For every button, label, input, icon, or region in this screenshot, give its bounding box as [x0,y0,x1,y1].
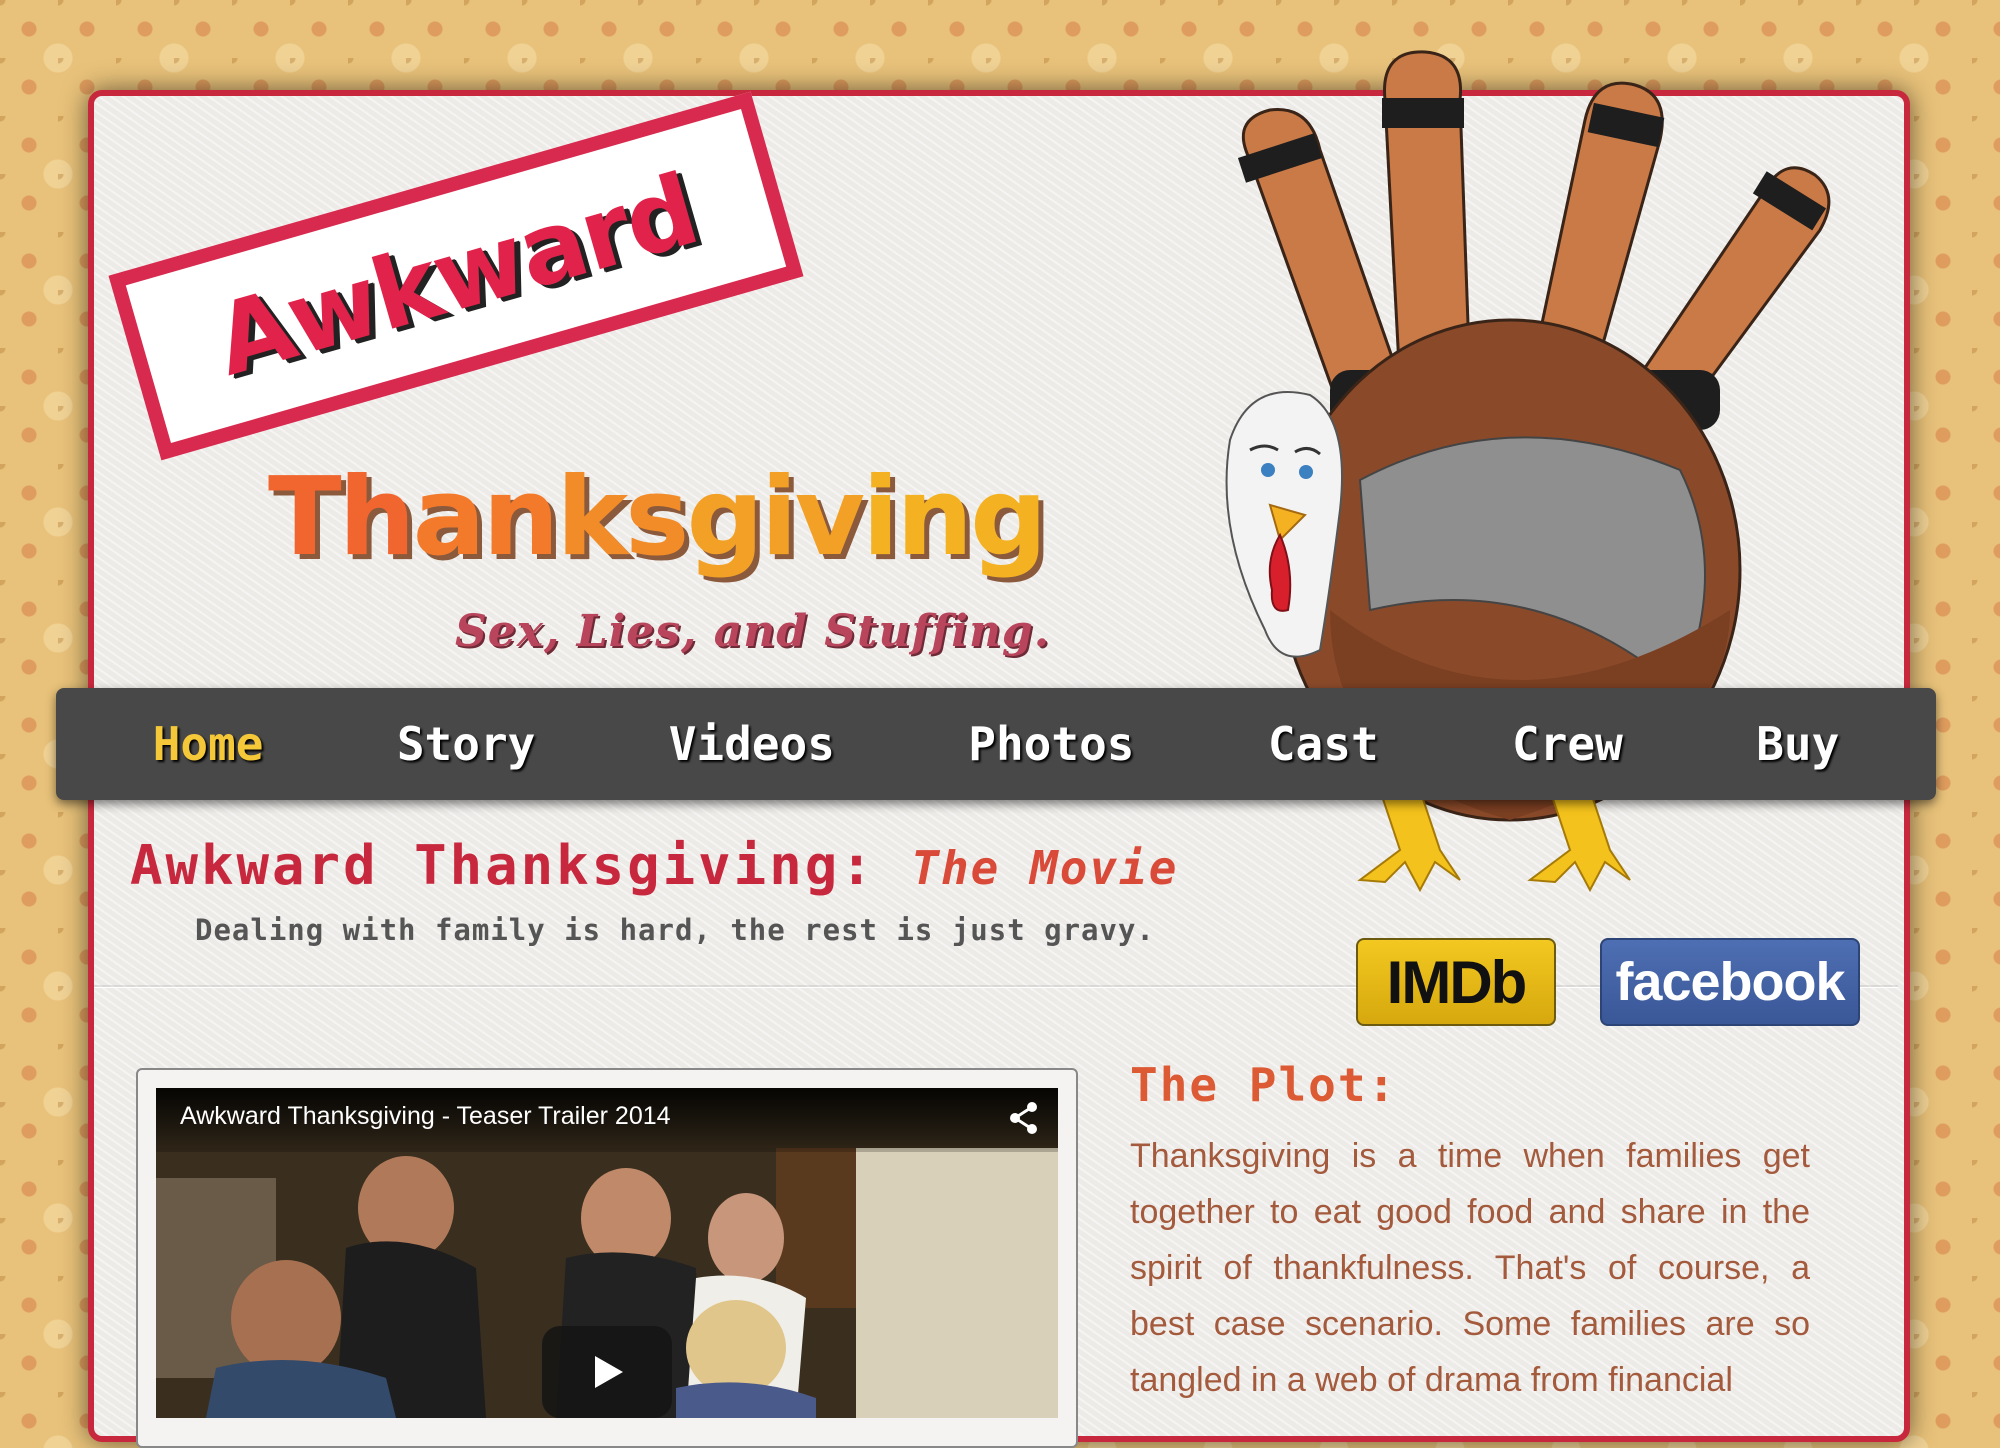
page-title-main: Awkward Thanksgiving: [130,834,876,897]
video-player[interactable]: Awkward Thanksgiving - Teaser Trailer 20… [156,1088,1058,1418]
nav-home[interactable]: Home [153,717,264,771]
logo-thanksgiving-text: Thanksgiving [268,455,1047,580]
video-title[interactable]: Awkward Thanksgiving - Teaser Trailer 20… [180,1102,671,1131]
plot-heading: The Plot: [1130,1058,1398,1112]
nav-photos[interactable]: Photos [968,717,1134,771]
page-tagline: Dealing with family is hard, the rest is… [195,913,1155,947]
video-topbar: Awkward Thanksgiving - Teaser Trailer 20… [156,1088,1058,1152]
play-button[interactable] [542,1326,672,1418]
nav-buy[interactable]: Buy [1756,717,1839,771]
facebook-link[interactable]: facebook [1600,938,1860,1026]
nav-videos[interactable]: Videos [669,717,835,771]
share-icon[interactable] [1006,1100,1042,1136]
main-nav: Home Story Videos Photos Cast Crew Buy [56,688,1936,800]
nav-crew[interactable]: Crew [1512,717,1623,771]
imdb-link[interactable]: IMDb [1356,938,1556,1026]
nav-story[interactable]: Story [397,717,535,771]
page-title: Awkward Thanksgiving: The Movie [130,834,1179,897]
page-title-sub: The Movie [911,841,1179,895]
logo-tagline: Sex, Lies, and Stuffing. [455,606,1051,657]
play-icon [595,1356,623,1388]
plot-text: Thanksgiving is a time when families get… [1130,1137,1810,1399]
nav-cast[interactable]: Cast [1268,717,1379,771]
